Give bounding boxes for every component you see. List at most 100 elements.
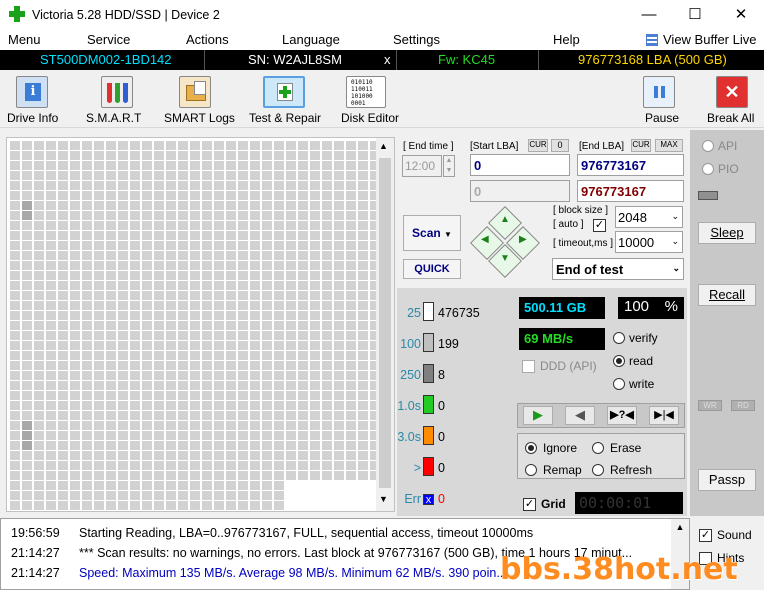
ignore-radio[interactable] [525,442,537,454]
minimize-button[interactable]: — [626,0,672,30]
sector-block [130,221,140,230]
read-radio[interactable] [613,355,625,367]
passp-button[interactable]: Passp [698,469,756,491]
sector-block [238,351,248,360]
menu-service[interactable]: Service [87,32,130,47]
sector-block [46,171,56,180]
sector-block [34,191,44,200]
scroll-thumb[interactable] [379,158,391,488]
sleep-button[interactable]: Sleep [698,222,756,244]
erase-radio[interactable] [592,442,604,454]
write-radio[interactable] [613,378,625,390]
quick-button[interactable]: QUICK [403,259,461,279]
smart-logs-button[interactable]: SMART Logs [162,74,236,128]
butterfly-button[interactable]: ▶|◀ [649,406,679,425]
sound-checkbox[interactable]: ✓ [699,529,712,542]
timeout-select[interactable]: 10000 ⌄ [615,231,683,253]
sector-block [214,221,224,230]
drive-info-button[interactable]: i Drive Info [4,74,64,128]
sector-block [238,361,248,370]
menu-language[interactable]: Language [282,32,340,47]
break-all-button[interactable]: ✕ Break All [704,74,762,128]
sector-block [190,201,200,210]
sector-block [358,201,368,210]
auto-checkbox[interactable]: ✓ [593,219,606,232]
sector-block [94,301,104,310]
play-reverse-button[interactable]: ◀ [565,406,595,425]
scroll-down-icon[interactable]: ▼ [379,494,388,504]
close-button[interactable]: ✕ [718,0,764,30]
sector-block [250,201,260,210]
view-buffer-live[interactable]: View Buffer Live [663,32,756,47]
block-size-select[interactable]: 2048 ⌄ [615,206,683,228]
menu-settings[interactable]: Settings [393,32,440,47]
sector-block [58,241,68,250]
device-model[interactable]: ST500DM002-1BD142 [40,52,172,67]
recall-button[interactable]: Recall [698,284,756,306]
pio-radio[interactable] [702,163,714,175]
verify-radio[interactable] [613,332,625,344]
pause-button[interactable]: Pause [640,74,686,128]
sector-block [226,331,236,340]
grid-scrollbar[interactable]: ▲ ▼ [376,138,394,511]
sector-block [178,161,188,170]
sector-block [202,291,212,300]
start-cur-button[interactable]: CUR [528,139,548,152]
scroll-up-icon[interactable]: ▲ [379,141,388,151]
start-zero-button[interactable]: 0 [551,139,569,152]
end-lba-input[interactable]: 976773167 [577,154,684,176]
disk-editor-button[interactable]: 010110 110011 101000 0001 Disk Editor [338,74,404,128]
device-serial[interactable]: SN: W2AJL8SM [248,52,342,67]
sector-block [250,391,260,400]
sector-block [238,481,248,490]
sector-block [154,361,164,370]
sector-block [34,431,44,440]
ddd-checkbox[interactable] [522,360,535,373]
api-radio[interactable] [702,140,714,152]
grid-checkbox[interactable]: ✓ [523,498,536,511]
sector-block [70,491,80,500]
device-capacity[interactable]: 976773168 LBA (500 GB) [578,52,727,67]
menu-menu[interactable]: Menu [8,32,41,47]
sector-block [190,281,200,290]
play-forward-button[interactable]: ▶ [523,406,553,425]
sector-block [310,391,320,400]
sector-block [58,201,68,210]
sector-block [346,471,356,480]
sector-block [358,281,368,290]
test-repair-button[interactable]: Test & Repair [246,74,328,128]
sector-block [250,291,260,300]
sector-block [142,381,152,390]
start-lba-input[interactable]: 0 [470,154,570,176]
log-row: 21:14:27 Speed: Maximum 135 MB/s. Average… [11,566,507,580]
sector-block [262,191,272,200]
random-button[interactable]: ▶?◀ [607,406,637,425]
sector-block [226,201,236,210]
sector-block [46,471,56,480]
maximize-button[interactable]: ☐ [672,0,718,30]
smart-button[interactable]: S.M.A.R.T [84,74,150,128]
device-firmware[interactable]: Fw: KC45 [438,52,495,67]
sector-block [334,331,344,340]
stat-color-swatch [423,457,434,476]
end-action-select[interactable]: End of test ⌄ [552,258,684,280]
sector-block [274,251,284,260]
sector-block [10,391,20,400]
end-cur-button[interactable]: CUR [631,139,651,152]
sector-block [226,211,236,220]
remap-radio[interactable] [525,464,537,476]
refresh-radio[interactable] [592,464,604,476]
sector-block [94,321,104,330]
device-close[interactable]: x [384,52,391,67]
recall-label: Recall [708,287,746,302]
end-time-input[interactable]: 12:00 [402,155,442,177]
end-time-spinner[interactable]: ▲ ▼ [443,155,455,177]
sector-block [274,151,284,160]
sector-block [226,381,236,390]
menu-actions[interactable]: Actions [186,32,229,47]
menu-help[interactable]: Help [553,32,580,47]
sector-block [262,431,272,440]
end-max-button[interactable]: MAX [655,139,683,152]
scan-button[interactable]: Scan ▼ [403,215,461,251]
sector-block [154,391,164,400]
